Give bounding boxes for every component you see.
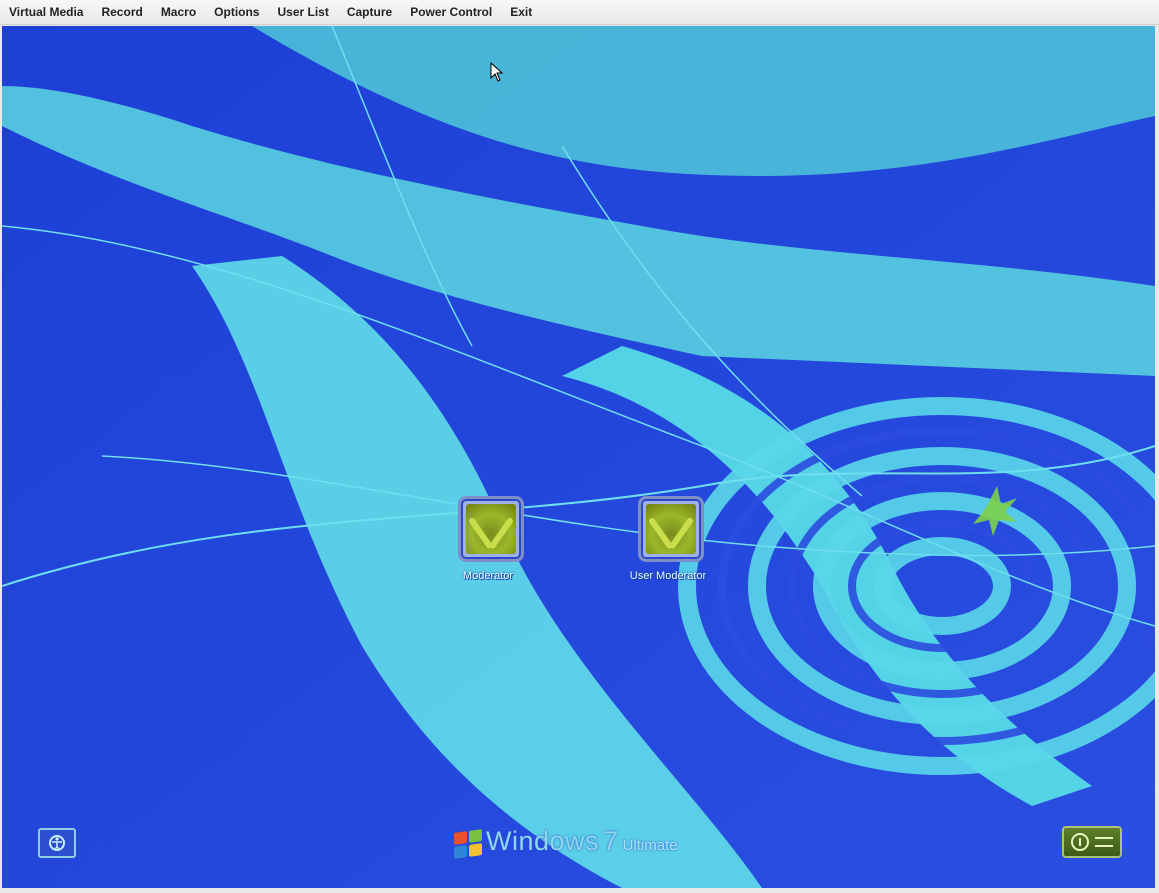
- user-picture: [466, 504, 516, 554]
- power-icon: [1071, 833, 1089, 851]
- user-name-user-moderator[interactable]: User Moderator: [608, 570, 728, 582]
- user-picture: [646, 504, 696, 554]
- menu-record[interactable]: Record: [92, 5, 151, 19]
- windows-edition: Ultimate: [622, 837, 678, 854]
- windows-branding: Windows 7 Ultimate: [454, 826, 678, 859]
- ease-of-access-button[interactable]: [38, 828, 76, 858]
- menu-user-list[interactable]: User List: [268, 5, 337, 19]
- menu-macro[interactable]: Macro: [152, 5, 205, 19]
- ease-of-access-icon: [49, 835, 65, 851]
- mouse-pointer-icon: [490, 62, 504, 82]
- shutdown-options-arrow-icon[interactable]: [1095, 837, 1113, 847]
- user-tile-moderator[interactable]: [458, 496, 524, 562]
- shutdown-button[interactable]: [1062, 826, 1122, 858]
- menu-exit[interactable]: Exit: [501, 5, 541, 19]
- windows-version: 7: [603, 826, 619, 856]
- menu-options[interactable]: Options: [205, 5, 268, 19]
- remote-screen[interactable]: Moderator User Moderator Windows 7 Ultim…: [2, 26, 1155, 888]
- kvm-menubar: Virtual Media Record Macro Options User …: [0, 0, 1159, 25]
- menu-capture[interactable]: Capture: [338, 5, 401, 19]
- user-name-moderator[interactable]: Moderator: [428, 570, 548, 582]
- windows-flag-icon: [454, 829, 482, 859]
- menu-power-control[interactable]: Power Control: [401, 5, 501, 19]
- login-background: [2, 26, 1155, 888]
- windows-product-name: Windows: [486, 826, 600, 856]
- user-tile-user-moderator[interactable]: [638, 496, 704, 562]
- menu-virtual-media[interactable]: Virtual Media: [0, 5, 92, 19]
